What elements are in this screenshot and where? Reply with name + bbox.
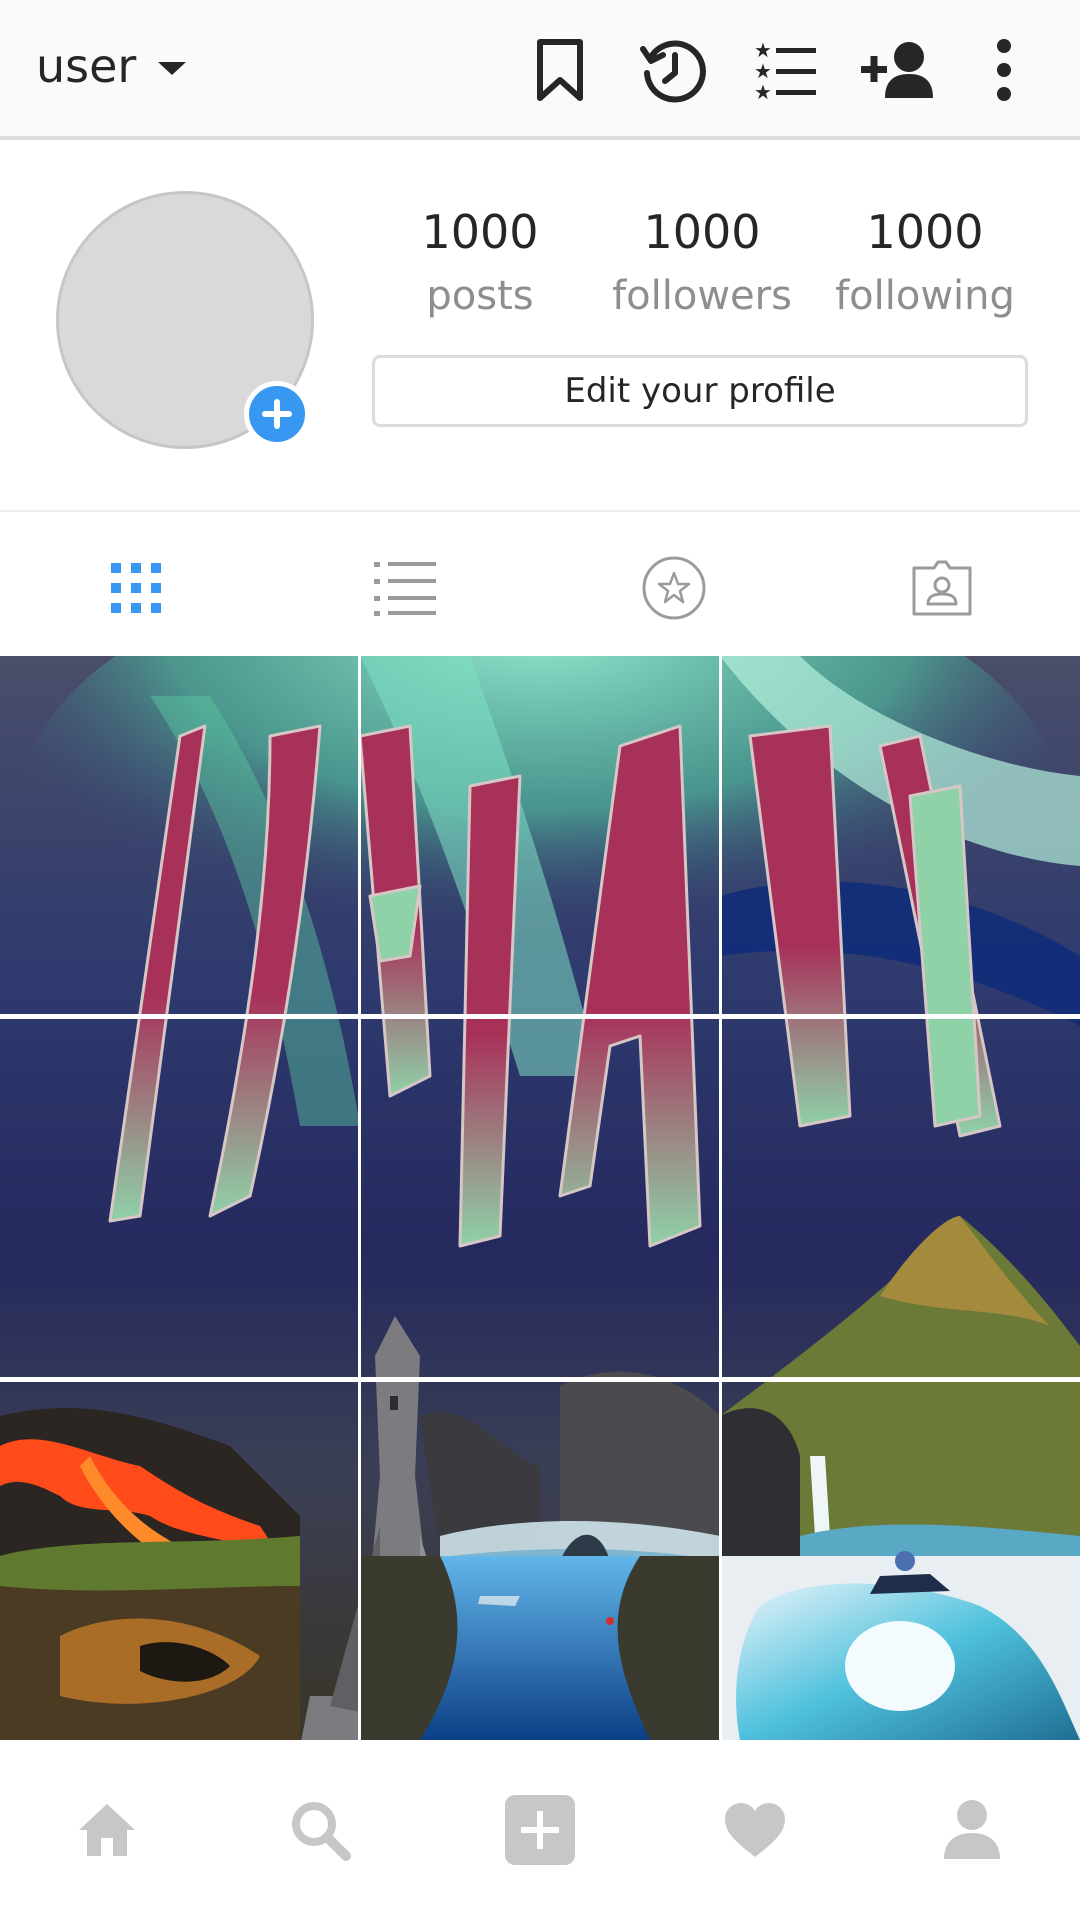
chevron-down-icon <box>158 61 187 75</box>
posts-stat[interactable]: 1000 posts <box>380 204 580 332</box>
posts-label: posts <box>426 273 534 319</box>
post-tile[interactable] <box>722 656 1080 1014</box>
profile-header: 1000 posts 1000 followers 1000 following… <box>0 144 1080 512</box>
posts-grid <box>0 656 1080 1740</box>
post-image <box>722 656 1080 1014</box>
post-tile[interactable] <box>0 656 358 1014</box>
following-count: 1000 <box>866 205 984 259</box>
profile-tabs <box>0 514 1080 654</box>
post-tile[interactable] <box>361 656 719 1014</box>
post-tile[interactable] <box>361 1382 719 1740</box>
post-image <box>361 656 719 1014</box>
followers-stat[interactable]: 1000 followers <box>602 204 802 332</box>
post-image <box>361 1019 719 1377</box>
account-switcher[interactable]: user <box>36 30 187 102</box>
grid-icon[interactable] <box>96 548 176 628</box>
bottom-navigation <box>0 1740 1080 1920</box>
top-bar: user ★ ★ ★ <box>0 0 1080 140</box>
followers-label: followers <box>612 273 792 319</box>
post-tile[interactable] <box>722 1382 1080 1740</box>
star-icon[interactable] <box>634 548 714 628</box>
list-icon[interactable] <box>365 548 445 628</box>
profile-icon[interactable] <box>932 1790 1012 1870</box>
post-image <box>361 1382 719 1740</box>
post-tile[interactable] <box>361 1019 719 1377</box>
post-image <box>0 1382 358 1740</box>
post-tile[interactable] <box>722 1019 1080 1377</box>
followers-count: 1000 <box>643 205 761 259</box>
history-icon[interactable] <box>634 30 714 110</box>
posts-count: 1000 <box>421 205 539 259</box>
post-image <box>0 656 358 1014</box>
plus-icon[interactable] <box>244 381 310 447</box>
post-image <box>0 1019 358 1377</box>
search-icon[interactable] <box>280 1790 360 1870</box>
post-image <box>722 1382 1080 1740</box>
username: user <box>36 39 137 93</box>
following-stat[interactable]: 1000 following <box>825 204 1025 332</box>
tagged-user-icon[interactable] <box>902 548 982 628</box>
svg-text:★: ★ <box>754 80 772 100</box>
edit-profile-button[interactable]: Edit your profile <box>372 355 1028 427</box>
activity-heart-icon[interactable] <box>715 1790 795 1870</box>
post-tile[interactable] <box>0 1019 358 1377</box>
close-friends-list-icon[interactable]: ★ ★ ★ <box>746 30 826 110</box>
new-post-icon[interactable] <box>500 1790 580 1870</box>
following-label: following <box>835 273 1015 319</box>
more-options-icon[interactable] <box>964 30 1044 110</box>
add-user-icon[interactable] <box>858 30 938 110</box>
bookmark-icon[interactable] <box>520 30 600 110</box>
home-icon[interactable] <box>67 1790 147 1870</box>
post-tile[interactable] <box>0 1382 358 1740</box>
post-image <box>722 1019 1080 1377</box>
